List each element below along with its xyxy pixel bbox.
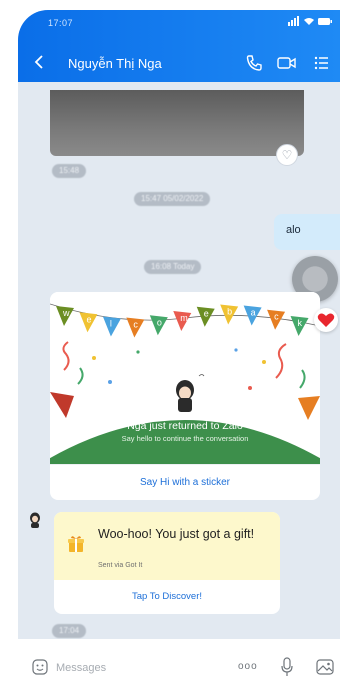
- banner-letter: e: [204, 309, 209, 319]
- status-time: 17:07: [48, 18, 74, 28]
- gift-card: Woo-hoo! You just got a gift! Sent via G…: [54, 512, 280, 614]
- video-call-icon[interactable]: [276, 53, 296, 73]
- gift-subtitle: Sent via Got It: [98, 562, 143, 569]
- gift-card-body[interactable]: Woo-hoo! You just got a gift! Sent via G…: [54, 512, 280, 580]
- message-time: 15:48: [52, 164, 87, 178]
- signal-wifi-battery-icon: [288, 16, 332, 29]
- welcome-back-card: welcomeback Nga just returned to Zalo Sa…: [50, 292, 320, 500]
- banner-letter: a: [251, 307, 256, 317]
- returned-subtitle: Say hello to continue the conversation: [121, 434, 249, 443]
- message-input[interactable]: [56, 659, 206, 677]
- chat-header: 17:07 Nguyễn Thị Nga: [18, 10, 340, 82]
- contact-name[interactable]: Nguyễn Thị Nga: [68, 56, 162, 71]
- say-hi-sticker-button[interactable]: Say Hi with a sticker: [50, 464, 320, 500]
- banner-letter: k: [298, 318, 303, 328]
- emoji-sticker-icon[interactable]: [32, 659, 48, 675]
- chat-screen: 17:07 Nguyễn Thị Nga ♡ 15:48 15:47 05/02…: [18, 10, 340, 687]
- message-time: 17:04: [52, 624, 87, 638]
- tap-to-discover-button[interactable]: Tap To Discover!: [54, 580, 280, 614]
- outgoing-message-text: alo: [286, 224, 301, 236]
- today-separator: 16:08 Today: [144, 260, 202, 274]
- more-options-icon[interactable]: ooo: [238, 661, 258, 672]
- message-composer: ooo: [0, 639, 340, 687]
- image-message[interactable]: [50, 90, 304, 156]
- gift-title: Woo-hoo! You just got a gift!: [98, 527, 255, 541]
- date-separator: 15:47 05/02/2022: [134, 192, 211, 206]
- banner-letter: w: [62, 308, 70, 318]
- sender-avatar[interactable]: [28, 512, 42, 528]
- banner-letter: b: [227, 306, 232, 316]
- returned-title: Nga just returned to Zalo: [127, 420, 243, 432]
- back-arrow-icon[interactable]: [34, 54, 44, 73]
- outgoing-message[interactable]: alo: [274, 214, 340, 250]
- banner-letter: m: [180, 313, 188, 323]
- banner-letter: c: [133, 320, 138, 330]
- banner-letter: c: [274, 312, 279, 322]
- message-list[interactable]: ♡ 15:48 15:47 05/02/2022 alo 16:08 Today…: [18, 82, 340, 649]
- banner-letter: o: [157, 317, 162, 327]
- reaction-heart-red-icon[interactable]: [314, 308, 338, 332]
- details-menu-icon[interactable]: [314, 53, 334, 73]
- banner-letter: l: [110, 319, 112, 329]
- phone-call-icon[interactable]: [244, 53, 264, 73]
- image-picker-icon[interactable]: [316, 658, 334, 676]
- banner-letter: e: [86, 314, 91, 324]
- reaction-heart-icon[interactable]: ♡: [276, 144, 298, 166]
- microphone-icon[interactable]: [280, 657, 294, 677]
- gift-box-icon: [66, 534, 86, 554]
